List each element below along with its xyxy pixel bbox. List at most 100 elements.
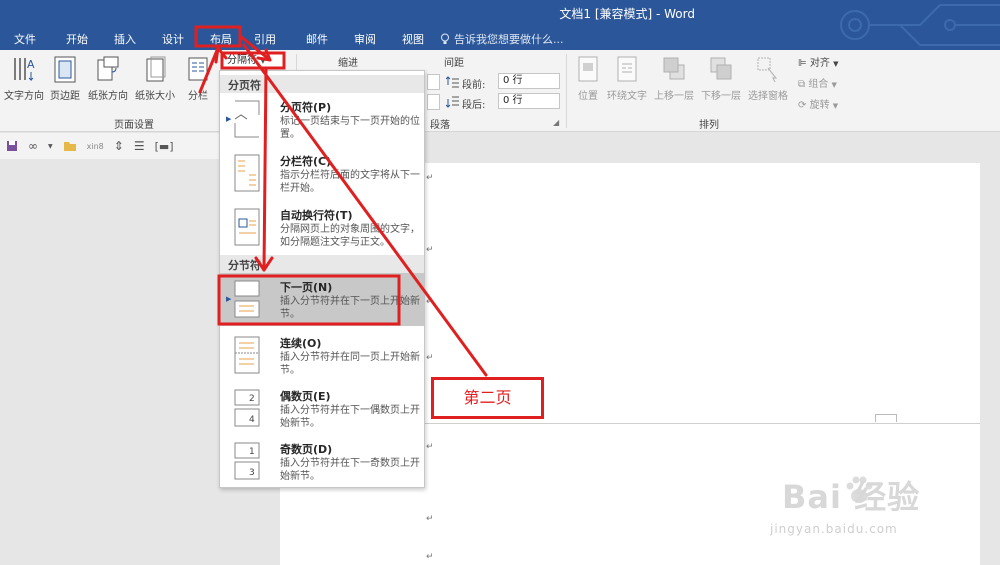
watermark-text: Bai 经验 xyxy=(782,478,921,516)
text-direction-button[interactable]: A 文字方向 xyxy=(4,54,44,102)
next-page-title: 下一页(N) xyxy=(280,281,333,294)
columns-icon xyxy=(188,57,208,81)
breaks-label: 分隔符 xyxy=(227,55,257,66)
tab-references[interactable]: 引用 xyxy=(254,27,276,49)
rotate-button[interactable]: ⟳ 旋转 ▼ xyxy=(798,96,838,111)
menu-item-text-wrapping-break[interactable]: 自动换行符(T) 分隔网页上的对象周围的文字，如分隔题注文字与正文。 xyxy=(220,201,424,254)
tab-design[interactable]: 设计 xyxy=(162,27,184,49)
wrap-text-icon xyxy=(617,56,637,82)
position-label: 位置 xyxy=(578,91,598,102)
odd-page-desc: 插入分节符并在下一奇数页上开始新节。 xyxy=(280,458,420,482)
page-breaks-header: 分页符 xyxy=(220,75,424,93)
tab-layout[interactable]: 布局 xyxy=(210,27,232,49)
spacing-before-icon xyxy=(446,76,459,88)
menu-item-page-break[interactable]: ▶ 分页符(P) 标记一页结束与下一页开始的位置。 xyxy=(220,93,424,146)
menu-item-next-page[interactable]: ▶ 下一页(N) 插入分节符并在下一页上开始新节。 xyxy=(220,273,424,326)
paragraph-mark: ↵ xyxy=(426,442,434,452)
breaks-button[interactable]: 分隔符 ▼ xyxy=(222,53,284,69)
svg-text:4: 4 xyxy=(249,415,255,425)
margins-label: 页边距 xyxy=(50,91,80,102)
position-button[interactable]: 位置 xyxy=(574,54,602,102)
menu-item-odd-page[interactable]: 13 奇数页(D) 插入分节符并在下一奇数页上开始新节。 xyxy=(220,435,424,488)
page-break-desc: 标记一页结束与下一页开始的位置。 xyxy=(280,116,420,140)
columns-label: 分栏 xyxy=(188,91,208,102)
tab-view[interactable]: 视图 xyxy=(402,27,424,49)
even-page-title: 偶数页(E) xyxy=(280,390,331,403)
group-icon: ⧉ xyxy=(798,79,806,90)
page-size-icon xyxy=(146,56,166,82)
tell-me-box[interactable]: 告诉我您想要做什么... xyxy=(440,31,564,47)
svg-text:A: A xyxy=(27,58,35,71)
bring-forward-icon xyxy=(663,57,685,80)
pointer-icon: ▶ xyxy=(226,295,232,303)
save-icon[interactable] xyxy=(6,140,18,152)
indent-right-spinner[interactable] xyxy=(427,94,440,110)
frame-icon[interactable]: [▬] xyxy=(155,140,174,153)
paragraph-mark: ↵ xyxy=(426,173,434,183)
odd-page-icon: 13 xyxy=(234,442,260,480)
folder-icon[interactable] xyxy=(63,140,77,152)
tab-insert[interactable]: 插入 xyxy=(114,27,136,49)
text-wrapping-icon xyxy=(234,208,260,246)
title-bar: 文档1 [兼容模式] - Word 文件 开始 插入 设计 布局 引用 邮件 审… xyxy=(0,0,1000,50)
chevron-down-icon: ▼ xyxy=(833,60,839,68)
paragraph-dialog-launcher[interactable]: ◢ xyxy=(553,118,559,127)
spacing-label: 间距 xyxy=(444,58,464,69)
tab-mailings[interactable]: 邮件 xyxy=(306,27,328,49)
tab-file[interactable]: 文件 xyxy=(14,27,36,49)
tell-me-text: 告诉我您想要做什么... xyxy=(454,33,564,46)
bring-forward-button[interactable]: 上移一层 xyxy=(654,54,694,102)
page-break-icon xyxy=(234,100,260,138)
even-page-icon: 24 xyxy=(234,389,260,427)
paragraph-spacing-icon[interactable]: ☰ xyxy=(134,139,145,153)
arrange-group-label: 排列 xyxy=(699,120,719,131)
ribbon-separator xyxy=(566,54,567,128)
chevron-down-icon: ▼ xyxy=(831,81,837,89)
chevron-down-icon: ▼ xyxy=(260,57,266,65)
menu-item-even-page[interactable]: 24 偶数页(E) 插入分节符并在下一偶数页上开始新节。 xyxy=(220,382,424,435)
next-page-desc: 插入分节符并在下一页上开始新节。 xyxy=(280,296,420,320)
tab-home[interactable]: 开始 xyxy=(66,27,88,49)
next-page-icon xyxy=(234,280,260,318)
selection-pane-icon xyxy=(757,57,778,83)
watermark-url: jingyan.baidu.com xyxy=(770,522,898,536)
margins-icon xyxy=(54,56,76,83)
align-icon: ⊫ xyxy=(798,58,807,69)
page-setup-group-label: 页面设置 xyxy=(114,120,154,131)
text-direction-icon: A xyxy=(14,58,35,82)
tab-review[interactable]: 审阅 xyxy=(354,27,376,49)
orientation-button[interactable]: 纸张方向 xyxy=(88,54,128,102)
second-page-callout: 第二页 xyxy=(431,377,544,419)
margins-button[interactable]: 页边距 xyxy=(50,54,80,102)
menu-item-continuous[interactable]: 连续(O) 插入分节符并在同一页上开始新节。 xyxy=(220,329,424,382)
window-title: 文档1 [兼容模式] - Word xyxy=(559,7,695,21)
continuous-icon xyxy=(234,336,260,374)
text-wrapping-title: 自动换行符(T) xyxy=(280,209,353,222)
continuous-title: 连续(O) xyxy=(280,337,322,350)
text-wrapping-desc: 分隔网页上的对象周围的文字，如分隔题注文字与正文。 xyxy=(280,224,420,248)
group-button[interactable]: ⧉ 组合 ▼ xyxy=(798,75,837,90)
selection-pane-button[interactable]: 选择窗格 xyxy=(748,54,788,102)
section-breaks-header: 分节符 xyxy=(220,255,424,273)
line-spacing-icon[interactable]: ⇕ xyxy=(114,139,124,153)
spacing-after-input[interactable]: 0 行 xyxy=(498,93,560,109)
menu-item-column-break[interactable]: 分栏符(C) 指示分栏符后面的文字将从下一栏开始。 xyxy=(220,147,424,200)
spacing-before-input[interactable]: 0 行 xyxy=(498,73,560,89)
continuous-desc: 插入分节符并在同一页上开始新节。 xyxy=(280,352,420,376)
wrap-text-button[interactable]: 环绕文字 xyxy=(607,54,647,102)
paragraph-group-label: 段落 xyxy=(430,120,450,131)
indent-left-spinner[interactable] xyxy=(427,74,440,90)
link-icon[interactable]: ∞ xyxy=(28,139,38,153)
paragraph-mark: ↵ xyxy=(426,297,434,307)
send-backward-button[interactable]: 下移一层 xyxy=(701,54,741,102)
columns-button[interactable]: 分栏 xyxy=(186,54,210,102)
size-button[interactable]: 纸张大小 xyxy=(135,54,175,102)
before-label: 段前: xyxy=(462,80,486,91)
chevron-down-icon[interactable]: ▼ xyxy=(48,143,53,150)
svg-text:3: 3 xyxy=(249,468,255,478)
send-backward-label: 下移一层 xyxy=(701,91,741,102)
svg-text:2: 2 xyxy=(249,394,255,404)
indent-label: 缩进 xyxy=(338,58,358,69)
align-button[interactable]: ⊫ 对齐 ▼ xyxy=(798,54,838,69)
bring-forward-label: 上移一层 xyxy=(654,91,694,102)
